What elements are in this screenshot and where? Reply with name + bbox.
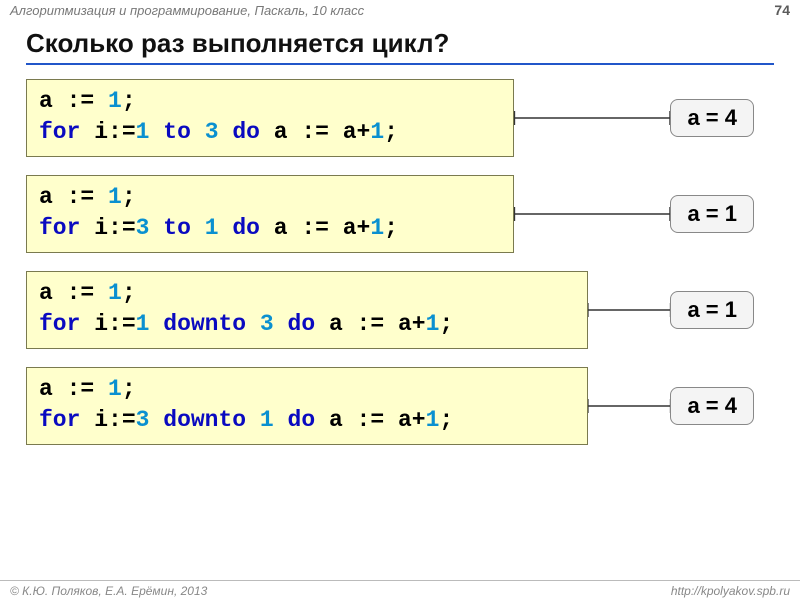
answer-box-2: a = 1 bbox=[670, 195, 754, 233]
connector-3 bbox=[588, 301, 670, 319]
header-subject: Алгоритмизация и программирование, Паска… bbox=[10, 3, 364, 18]
code-line-1: a := 1; bbox=[39, 86, 501, 117]
answer-box-1: a = 4 bbox=[670, 99, 754, 137]
code-line-1: a := 1; bbox=[39, 182, 501, 213]
slide-title: Сколько раз выполняется цикл? bbox=[26, 28, 774, 65]
footer-url: http://kpolyakov.spb.ru bbox=[671, 584, 790, 598]
code-line-1: a := 1; bbox=[39, 374, 575, 405]
code-line-2: for i:=1 downto 3 do a := a+1; bbox=[39, 309, 575, 340]
answer-box-3: a = 1 bbox=[670, 291, 754, 329]
code-box-4: a := 1;for i:=3 downto 1 do a := a+1; bbox=[26, 367, 588, 445]
connector-2 bbox=[514, 205, 670, 223]
header-bar: Алгоритмизация и программирование, Паска… bbox=[0, 0, 800, 20]
footer-bar: © К.Ю. Поляков, Е.А. Ерёмин, 2013 http:/… bbox=[0, 580, 800, 600]
code-line-2: for i:=3 to 1 do a := a+1; bbox=[39, 213, 501, 244]
slide-content: Сколько раз выполняется цикл? a := 1;for… bbox=[0, 20, 800, 445]
answer-box-4: a = 4 bbox=[670, 387, 754, 425]
code-row-4: a := 1;for i:=3 downto 1 do a := a+1; a =… bbox=[26, 367, 774, 445]
code-row-3: a := 1;for i:=1 downto 3 do a := a+1; a =… bbox=[26, 271, 774, 349]
connector-4 bbox=[588, 397, 670, 415]
code-box-2: a := 1;for i:=3 to 1 do a := a+1; bbox=[26, 175, 514, 253]
code-line-1: a := 1; bbox=[39, 278, 575, 309]
code-row-2: a := 1;for i:=3 to 1 do a := a+1; a = 1 bbox=[26, 175, 774, 253]
connector-1 bbox=[514, 109, 670, 127]
code-line-2: for i:=1 to 3 do a := a+1; bbox=[39, 117, 501, 148]
code-box-1: a := 1;for i:=1 to 3 do a := a+1; bbox=[26, 79, 514, 157]
page-number: 74 bbox=[774, 2, 790, 18]
code-line-2: for i:=3 downto 1 do a := a+1; bbox=[39, 405, 575, 436]
code-row-1: a := 1;for i:=1 to 3 do a := a+1; a = 4 bbox=[26, 79, 774, 157]
footer-authors: © К.Ю. Поляков, Е.А. Ерёмин, 2013 bbox=[10, 584, 207, 598]
code-box-3: a := 1;for i:=1 downto 3 do a := a+1; bbox=[26, 271, 588, 349]
